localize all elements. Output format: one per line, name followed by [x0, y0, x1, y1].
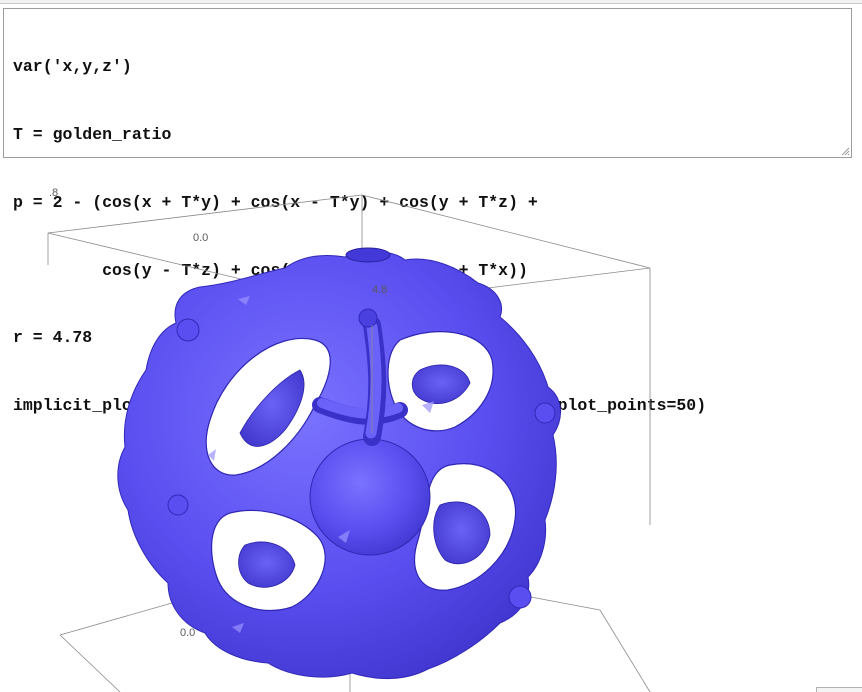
viewer-corner-control [816, 687, 862, 692]
cell-separator [0, 0, 862, 4]
3d-plot-viewer[interactable]: .8 0.0 4.8 0.0 [0, 165, 862, 692]
code-line: T = golden_ratio [13, 124, 172, 144]
implicit-surface[interactable] [117, 247, 561, 680]
code-line: var('x,y,z') [13, 57, 132, 77]
resize-grip-icon[interactable] [840, 146, 850, 156]
sage-notebook-page: var('x,y,z') T = golden_ratio p = 2 - (c… [0, 0, 862, 692]
axis-label-lower-origin: 0.0 [180, 627, 195, 639]
axis-label-corner: .8 [49, 187, 58, 199]
axis-label-upper-origin: 0.0 [193, 232, 208, 244]
plot-canvas[interactable]: .8 0.0 4.8 0.0 [0, 165, 862, 692]
code-cell-input[interactable]: var('x,y,z') T = golden_ratio p = 2 - (c… [3, 8, 852, 415]
axis-label-center: 4.8 [372, 284, 387, 296]
